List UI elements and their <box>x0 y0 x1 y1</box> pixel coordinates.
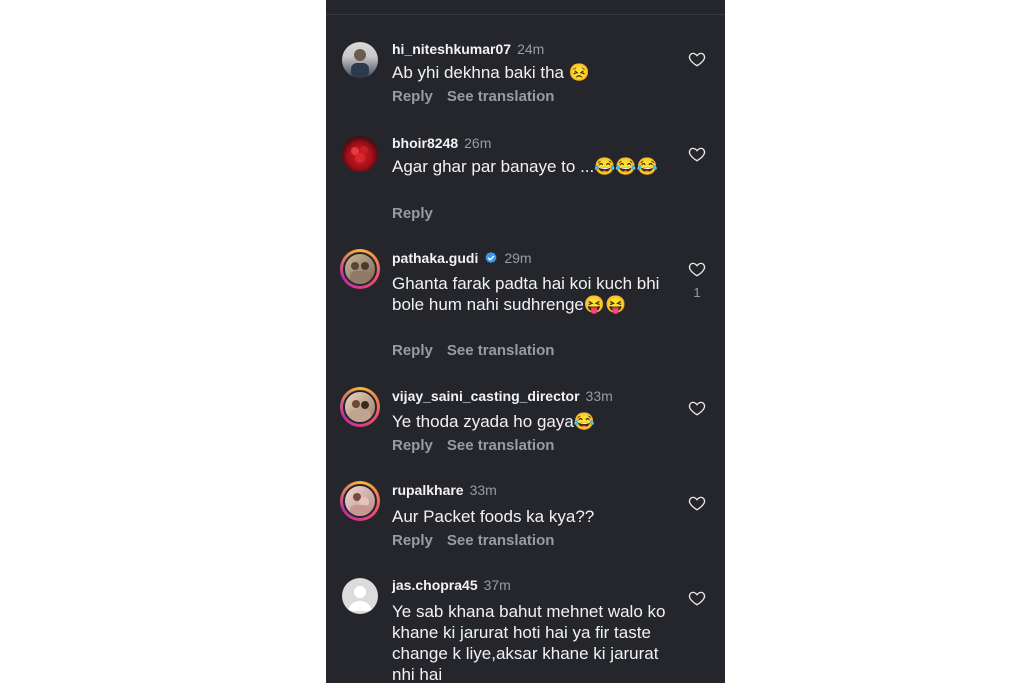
comment-actions: Reply See translation <box>392 342 568 360</box>
comment-header: bhoir8248 26m <box>392 134 491 153</box>
comment-text: Ab yhi dekhna baki tha 😣 <box>392 63 590 82</box>
timestamp: 33m <box>469 482 497 498</box>
heart-outline-icon <box>688 591 706 606</box>
username[interactable]: pathaka.gudi <box>392 250 478 266</box>
like-button[interactable] <box>686 399 708 419</box>
reply-button[interactable]: Reply <box>392 205 433 222</box>
timestamp: 24m <box>517 41 545 57</box>
timestamp: 26m <box>464 135 492 151</box>
comment-header: hi_niteshkumar07 24m <box>392 40 544 59</box>
reply-button[interactable]: Reply <box>392 342 433 359</box>
comment-actions: Reply <box>392 205 461 223</box>
see-translation-button[interactable]: See translation <box>447 532 555 549</box>
heart-outline-icon <box>688 401 706 416</box>
like-button[interactable] <box>686 589 708 609</box>
avatar[interactable] <box>340 481 380 521</box>
username[interactable]: jas.chopra45 <box>392 577 478 593</box>
comment-text: Aur Packet foods ka kya?? <box>392 507 595 526</box>
see-translation-button[interactable]: See translation <box>447 437 555 454</box>
avatar[interactable] <box>340 249 380 289</box>
comment-header: vijay_saini_casting_director 33m <box>392 387 613 406</box>
top-divider <box>326 0 725 15</box>
username[interactable]: vijay_saini_casting_director <box>392 388 580 404</box>
see-translation-button[interactable]: See translation <box>447 88 555 105</box>
see-translation-button[interactable]: See translation <box>447 342 555 359</box>
like-button[interactable] <box>686 260 708 280</box>
avatar[interactable] <box>340 387 380 427</box>
comment-text: Agar ghar par banaye to ...😂😂😂 <box>392 157 658 176</box>
like-count: 1 <box>693 285 701 300</box>
like-button[interactable] <box>686 145 708 165</box>
avatar[interactable] <box>340 576 380 616</box>
avatar[interactable] <box>340 40 380 80</box>
verified-badge-icon <box>485 251 497 264</box>
default-avatar-icon <box>348 586 372 611</box>
reply-button[interactable]: Reply <box>392 532 433 549</box>
comment-actions: Reply See translation <box>392 88 568 106</box>
avatar[interactable] <box>340 134 380 174</box>
comment-text: Ghanta farak padta hai koi kuch bhi bole… <box>392 274 660 314</box>
username[interactable]: rupalkhare <box>392 482 464 498</box>
comment-actions: Reply See translation <box>392 437 568 455</box>
comment-actions: Reply See translation <box>392 532 568 550</box>
heart-outline-icon <box>688 52 706 67</box>
username[interactable]: bhoir8248 <box>392 135 458 151</box>
username[interactable]: hi_niteshkumar07 <box>392 41 511 57</box>
timestamp: 29m <box>504 250 532 266</box>
like-button[interactable] <box>686 494 708 514</box>
comment-text: Ye thoda zyada ho gaya😂 <box>392 412 595 431</box>
timestamp: 37m <box>483 577 511 593</box>
heart-outline-icon <box>688 262 706 277</box>
comment-header: jas.chopra45 37m <box>392 576 511 595</box>
comment-header: rupalkhare 33m <box>392 481 497 500</box>
like-button[interactable] <box>686 50 708 70</box>
reply-button[interactable]: Reply <box>392 437 433 454</box>
reply-button[interactable]: Reply <box>392 88 433 105</box>
comments-panel: hi_niteshkumar07 24m Ab yhi dekhna baki t… <box>326 0 725 683</box>
heart-outline-icon <box>688 147 706 162</box>
heart-outline-icon <box>688 496 706 511</box>
timestamp: 33m <box>585 388 613 404</box>
comment-header: pathaka.gudi 29m <box>392 249 532 268</box>
comment-text: Ye sab khana bahut mehnet walo ko khane … <box>392 602 666 683</box>
